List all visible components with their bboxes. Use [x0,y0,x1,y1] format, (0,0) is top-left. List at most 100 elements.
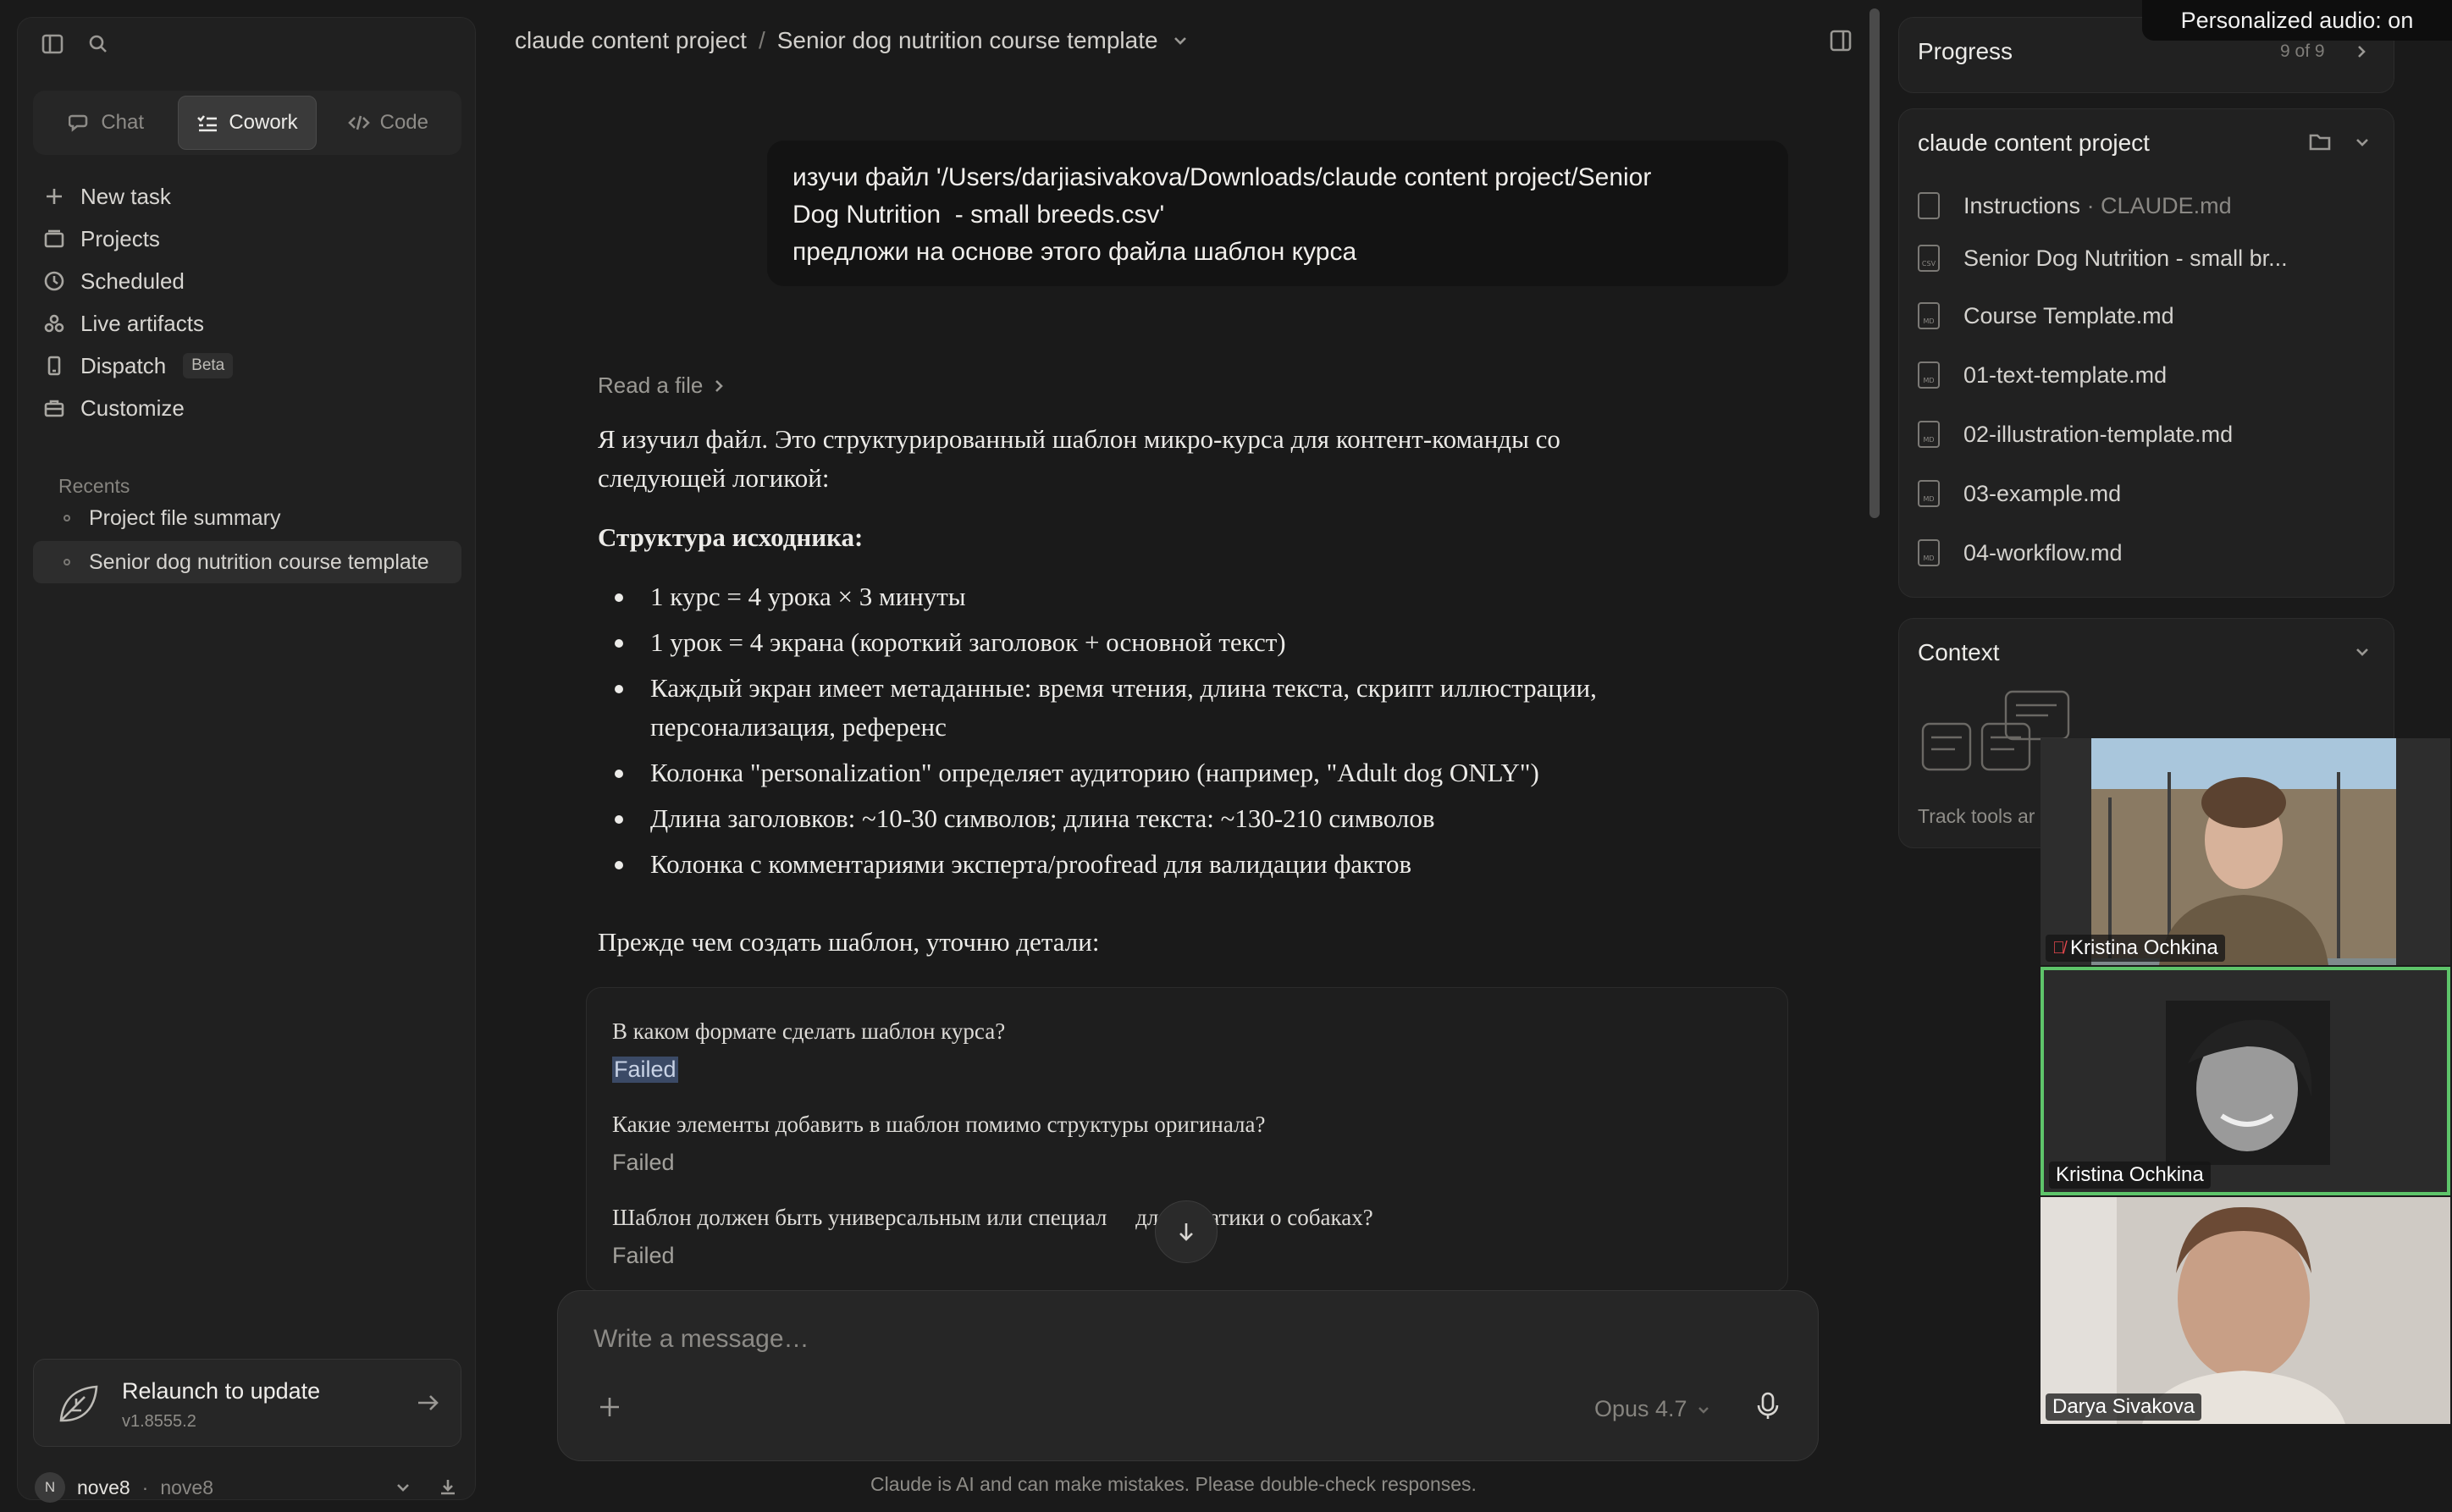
file-name: Course Template.md [1963,302,2174,328]
folder-icon[interactable] [2309,131,2331,152]
model-name: Opus 4.7 [1594,1396,1687,1421]
tab-code[interactable]: Code [320,96,456,150]
sidebar-item-label: Projects [80,225,160,251]
breadcrumb-separator: / [758,27,765,53]
recents-heading: Recents [58,475,130,497]
model-selector[interactable]: Opus 4.7 [1594,1396,1711,1422]
response-intro-line: следующей логикой: [598,463,830,493]
structure-list: 1 курс = 4 урока × 3 минуты 1 урок = 4 э… [598,577,1766,891]
audio-status-pill: Personalized audio: on [2142,0,2452,41]
project-files-card: claude content project Instructions · CL… [1898,108,2394,598]
sidebar-item-new-task[interactable]: New task [40,175,455,218]
tab-chat[interactable]: Chat [38,96,174,150]
arrow-down-icon [1179,1223,1193,1241]
sidebar: Chat Cowork Code New task Projects Sched… [17,17,476,1503]
breadcrumb-chat-title[interactable]: Senior dog nutrition course template [777,27,1158,54]
project-files-title: claude content project [1918,130,2150,156]
relaunch-title: Relaunch to update [122,1378,321,1404]
file-item[interactable]: MD 01-text-template.md [1918,361,2167,389]
response-intro-line: Я изучил файл. Это структурированный шаб… [598,424,1560,454]
phone-icon [47,356,61,376]
recent-item-active[interactable]: Senior dog nutrition course template [33,541,461,583]
recent-dot-icon [64,515,70,521]
markdown-file-icon: MD [1918,421,1940,448]
user-message: изучи файл '/Users/darjiasivakova/Downlo… [767,141,1788,286]
user-message-line: предложи на основе этого файла шаблон ку… [792,238,1357,266]
question-block: В каком формате сделать шаблон курса? Fa… [612,1018,1005,1083]
file-item[interactable]: MD 03-example.md [1918,480,2121,507]
avatar: N [35,1472,65,1503]
sidebar-top-icons [41,33,109,55]
scrollbar-thumb[interactable] [1869,8,1880,518]
file-item[interactable]: Instructions · CLAUDE.md [1918,192,2232,219]
answer-status: Failed [612,1150,675,1175]
message-input[interactable] [594,1325,1779,1354]
chevron-right-icon [711,378,726,394]
tool-step-read-file[interactable]: Read a file [598,372,726,399]
recent-dot-icon [64,559,70,566]
sidebar-item-projects[interactable]: Projects [40,218,455,260]
chevron-down-icon[interactable] [394,1477,412,1498]
video-tile[interactable]: Darya Sivakova [2041,1197,2450,1424]
recent-item-label: Project file summary [89,505,281,530]
artifacts-icon [44,314,64,333]
chevron-down-icon [1698,1406,1709,1414]
document-icon [1918,192,1940,219]
microphone-icon[interactable] [1755,1391,1781,1421]
relaunch-update-card[interactable]: Relaunch to update v1.8555.2 [33,1359,461,1447]
search-icon[interactable] [87,33,109,55]
mic-muted-icon: 🎙̸ [2052,938,2065,957]
tab-cowork[interactable]: Cowork [178,96,317,150]
list-item: Колонка с комментариями эксперта/proofre… [598,845,1766,884]
breadcrumb-project[interactable]: claude content project [515,27,747,54]
user-name: nove8 [77,1476,130,1498]
sidebar-item-live-artifacts[interactable]: Live artifacts [40,302,455,345]
answer-status: Failed [612,1243,675,1268]
sidebar-toggle-icon[interactable] [41,33,64,55]
chevron-down-icon[interactable] [2353,643,2372,661]
sidebar-item-customize[interactable]: Customize [40,387,455,429]
tab-code-label: Code [379,111,428,134]
file-item[interactable]: MD Course Template.md [1918,302,2174,329]
participant-name: Darya Sivakova [2052,1395,2195,1418]
user-org: nove8 [160,1476,214,1498]
download-icon[interactable] [438,1477,458,1498]
participant-name-tag: 🎙̸ Kristina Ochkina [2046,935,2225,962]
relaunch-version: v1.8555.2 [122,1412,196,1431]
checklist-icon [197,115,218,132]
sidebar-item-label: Live artifacts [80,310,204,336]
add-attachment-icon[interactable] [597,1394,622,1420]
markdown-file-icon: MD [1918,539,1940,566]
chevron-down-icon[interactable] [2353,133,2372,152]
context-track-text: Track tools ar [1918,805,2035,827]
participant-name: Kristina Ochkina [2070,936,2218,959]
user-message-line: Dog Nutrition - small breeds.csv' [792,201,1165,229]
tab-chat-label: Chat [101,111,145,134]
list-item: Каждый экран имеет метаданные: время чте… [598,669,1715,747]
participant-name-tag: Kristina Ochkina [2049,1162,2211,1189]
chevron-down-icon[interactable] [1170,30,1190,51]
video-tile[interactable]: 🎙̸ Kristina Ochkina [2041,738,2450,965]
file-suffix: · CLAUDE.md [2080,192,2232,218]
question-text: Какие элементы добавить в шаблон помимо … [612,1112,1266,1137]
list-item: 1 урок = 4 экрана (короткий заголовок + … [598,623,1766,662]
sidebar-item-scheduled[interactable]: Scheduled [40,260,455,302]
file-name: Instructions [1963,192,2081,218]
folder-icon [44,229,64,248]
file-item[interactable]: MD 02-illustration-template.md [1918,421,2233,448]
panel-toggle-icon[interactable] [1829,29,1853,52]
recent-item[interactable]: Project file summary [33,497,461,539]
video-tile-active-speaker[interactable]: Kristina Ochkina [2041,967,2450,1195]
mode-switcher: Chat Cowork Code [33,91,461,155]
file-item[interactable]: CSV Senior Dog Nutrition - small br... [1918,245,2288,272]
question-text: Шаблон должен быть универсальным или спе… [612,1205,1373,1230]
list-item: 1 курс = 4 урока × 3 минуты [598,577,1766,616]
file-name: 04-workflow.md [1963,539,2123,566]
participant-name-tag: Darya Sivakova [2046,1393,2202,1421]
tool-step-label: Read a file [598,372,704,398]
sidebar-item-dispatch[interactable]: Dispatch Beta [40,345,455,387]
sidebar-nav: New task Projects Scheduled Live artifac… [40,175,455,429]
scroll-down-button[interactable] [1155,1200,1218,1263]
user-account-row[interactable]: N nove8 · nove8 [35,1469,458,1506]
file-item[interactable]: MD 04-workflow.md [1918,539,2123,566]
